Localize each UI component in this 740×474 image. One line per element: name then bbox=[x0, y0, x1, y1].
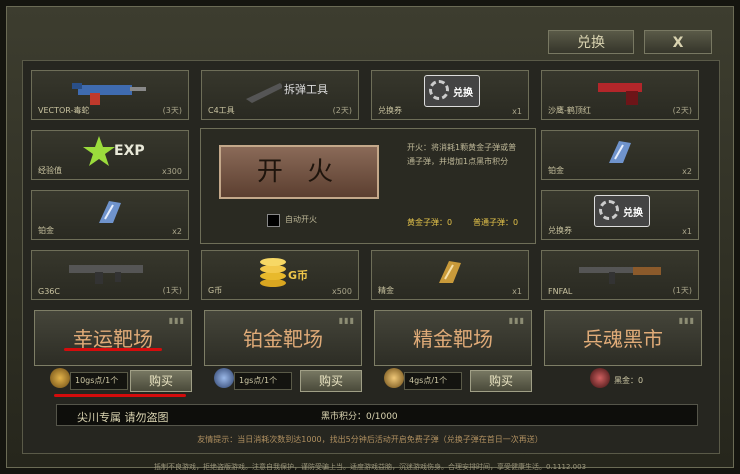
rifle-icon bbox=[579, 267, 661, 284]
reward-qty: x2 bbox=[682, 167, 692, 176]
auto-fire-checkbox[interactable] bbox=[267, 214, 280, 227]
gold-ammo-count: 黄金子弹：0 bbox=[407, 218, 453, 227]
gcoin-overlay-text: G币 bbox=[288, 269, 309, 282]
reward-slot-vector[interactable]: VECTOR-毒蛇 (3天) bbox=[31, 70, 189, 120]
reward-slot-fnfal[interactable]: FNFAL (1天) bbox=[541, 250, 699, 300]
star-icon bbox=[83, 136, 115, 166]
voucher-icon: 兑换 bbox=[594, 195, 650, 227]
black-gold-count: 黑金：0 bbox=[614, 376, 644, 385]
reward-slot-voucher[interactable]: 兑换 兑换券 x1 bbox=[541, 190, 699, 240]
platinum-token-icon bbox=[214, 368, 234, 388]
reward-name: 铂金 bbox=[548, 166, 564, 175]
reward-qty: (1天) bbox=[672, 286, 692, 295]
tab-lucky-range[interactable]: ▮▮▮ 幸运靶场 bbox=[34, 310, 192, 366]
voucher-overlay-text: 兑换 bbox=[623, 208, 643, 219]
reward-slot-platinum[interactable]: 铂金 x2 bbox=[541, 130, 699, 180]
reward-slot-desert-eagle[interactable]: 沙鹰-鹤顶红 (2天) bbox=[541, 70, 699, 120]
tab-fine-gold-range[interactable]: ▮▮▮ 精金靶场 bbox=[374, 310, 532, 366]
reward-qty: x1 bbox=[682, 227, 692, 236]
fire-description: 开火：将消耗1颗黄金子弹或普通子弹，并增加1点黑市积分 bbox=[407, 143, 517, 166]
reward-qty: x1 bbox=[512, 107, 522, 116]
tip-text: 友情提示：当日消耗次数到达1000，找出5分钟后活动开启免费子弹（兑换子弹在首日… bbox=[197, 435, 543, 444]
platinum-claw-icon bbox=[609, 141, 631, 163]
reward-qty: (2天) bbox=[672, 106, 692, 115]
blackmarket-points-bar: 尖川专属 请勿盗图 黑市积分：0/1000 bbox=[56, 404, 698, 426]
close-button[interactable]: X bbox=[644, 30, 712, 54]
smg-icon bbox=[72, 83, 146, 105]
reward-qty: (2天) bbox=[332, 106, 352, 115]
lucky-token-icon bbox=[50, 368, 70, 388]
reward-qty: (3天) bbox=[162, 106, 182, 115]
range-title: 铂金靶场 bbox=[243, 327, 323, 351]
reward-name: 精金 bbox=[378, 286, 394, 295]
gear-icon bbox=[429, 80, 449, 100]
platinum-claw-icon bbox=[99, 201, 121, 223]
lucky-price: 10gs点/1个 bbox=[70, 372, 128, 390]
black-gold-icon bbox=[590, 368, 610, 388]
buy-lucky-button[interactable]: 购买 bbox=[130, 370, 192, 392]
highlight-mark bbox=[64, 348, 162, 351]
reward-name: 兑换券 bbox=[548, 226, 572, 235]
reward-slot-voucher[interactable]: 兑换 兑换券 x1 bbox=[371, 70, 529, 120]
reward-name: 沙鹰-鹤顶红 bbox=[548, 106, 591, 115]
reward-name: VECTOR-毒蛇 bbox=[38, 106, 90, 115]
reward-slot-platinum[interactable]: 铂金 x2 bbox=[31, 190, 189, 240]
reward-name: G36C bbox=[38, 287, 60, 296]
voucher-icon: 兑换 bbox=[424, 75, 480, 107]
tab-platinum-range[interactable]: ▮▮▮ 铂金靶场 bbox=[204, 310, 362, 366]
tab-black-market[interactable]: ▮▮▮ 兵魂黑市 bbox=[544, 310, 702, 366]
reward-qty: x1 bbox=[512, 287, 522, 296]
reward-name: FNFAL bbox=[548, 287, 573, 296]
reward-name: 兑换券 bbox=[378, 106, 402, 115]
reward-qty: x2 bbox=[172, 227, 182, 236]
fire-button[interactable]: 开 火 bbox=[219, 145, 379, 199]
reward-slot-c4-tool[interactable]: C4工具 拆弹工具 (2天) bbox=[201, 70, 359, 120]
item-overlay-text: 拆弹工具 bbox=[284, 83, 328, 96]
exp-overlay-text: EXP bbox=[114, 143, 145, 159]
reward-slot-fine-gold[interactable]: 精金 x1 bbox=[371, 250, 529, 300]
reward-name: C4工具 bbox=[208, 106, 235, 115]
pistol-icon bbox=[598, 83, 642, 105]
platinum-price: 1gs点/1个 bbox=[234, 372, 292, 390]
coin-stack-icon bbox=[260, 258, 286, 287]
disclaimer-text: 抵制不良游戏，拒绝盗版游戏。注意自我保护，谨防受骗上当。适度游戏益脑，沉迷游戏伤… bbox=[153, 463, 587, 471]
buy-fine-gold-button[interactable]: 购买 bbox=[470, 370, 532, 392]
range-title: 精金靶场 bbox=[413, 327, 493, 351]
reward-qty: x500 bbox=[331, 287, 352, 296]
normal-ammo-count: 普通子弹：0 bbox=[473, 218, 519, 227]
buy-platinum-button[interactable]: 购买 bbox=[300, 370, 362, 392]
rifle-icon bbox=[69, 265, 143, 284]
reward-name: 经验值 bbox=[38, 166, 62, 175]
reward-name: G币 bbox=[208, 286, 223, 295]
fine-gold-claw-icon bbox=[439, 261, 461, 283]
exchange-button[interactable]: 兑换 bbox=[548, 30, 634, 54]
reward-slot-g36c[interactable]: G36C (1天) bbox=[31, 250, 189, 300]
exclusive-label: 尖川专属 请勿盗图 bbox=[77, 411, 169, 424]
gear-icon bbox=[599, 200, 619, 220]
fine-gold-token-icon bbox=[384, 368, 404, 388]
highlight-mark bbox=[54, 394, 186, 397]
range-title: 兵魂黑市 bbox=[583, 327, 663, 351]
reward-slot-exp[interactable]: EXP 经验值 x300 bbox=[31, 130, 189, 180]
reward-qty: x300 bbox=[161, 167, 182, 176]
auto-fire-label: 自动开火 bbox=[285, 215, 317, 224]
fine-gold-price: 4gs点/1个 bbox=[404, 372, 462, 390]
reward-qty: (1天) bbox=[162, 286, 182, 295]
fire-panel: 开 火 自动开火 开火：将消耗1颗黄金子弹或普通子弹，并增加1点黑市积分 黄金子… bbox=[200, 128, 536, 244]
reward-slot-gcoin[interactable]: G币 G币 x500 bbox=[201, 250, 359, 300]
blackmarket-points: 黑市积分：0/1000 bbox=[321, 412, 398, 422]
reward-name: 铂金 bbox=[38, 226, 54, 235]
voucher-overlay-text: 兑换 bbox=[453, 88, 473, 99]
